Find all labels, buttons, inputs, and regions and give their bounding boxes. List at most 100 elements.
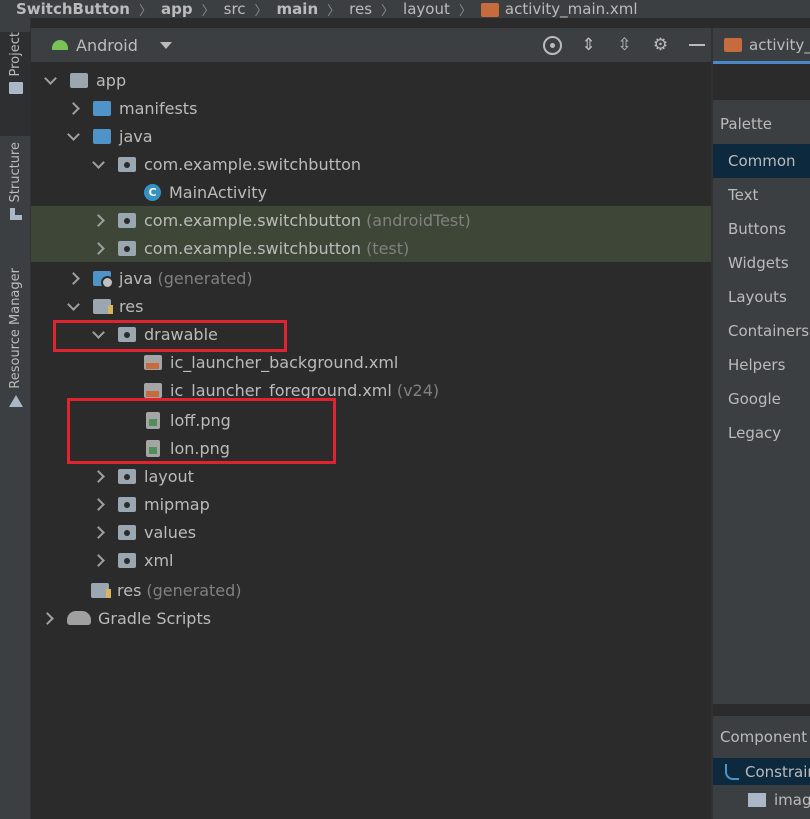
locate-file-icon[interactable] [543,35,562,55]
chevron-right-icon[interactable] [92,242,104,254]
chevron-right-icon[interactable] [67,102,79,114]
tree-item-label: layout [144,466,194,486]
editor-tab-activity-main[interactable]: activity_main.xml [713,28,810,64]
tree-item-xml[interactable]: xml [31,546,712,574]
constraint-layout-icon [725,763,739,780]
gradle-elephant-icon [67,611,91,625]
highlight-box-png-files [67,398,336,464]
palette-title: Palette [720,115,772,133]
chevron-right-icon[interactable] [92,526,104,538]
palette-category-text[interactable]: Text [713,178,810,212]
tree-item-label: java [119,268,153,288]
tree-item-label: java [119,126,153,146]
tree-item-label: xml [144,550,174,570]
chevron-right-icon: 〉 [138,3,152,19]
component-label: imageView [774,790,810,809]
collapse-all-icon[interactable]: ⇳ [615,35,634,55]
component-constraint-layout[interactable]: ConstraintLayout [713,758,810,785]
breadcrumb-res[interactable]: res [349,0,372,18]
tree-item-label: manifests [119,98,198,118]
tree-item-res[interactable]: res [31,292,712,320]
palette-category-common[interactable]: Common [713,144,810,178]
package-icon [118,212,136,228]
tree-item-suffix: (generated) [146,580,242,600]
chevron-down-icon[interactable] [67,130,79,142]
chevron-right-icon[interactable] [92,214,104,226]
project-panel-header: Android ⇕ ⇳ ⚙ [31,28,712,62]
chevron-down-icon[interactable] [67,300,79,312]
resource-folder-icon [91,582,111,598]
tree-item-label: mipmap [144,494,210,514]
chevron-down-icon[interactable] [92,158,104,170]
class-icon: C [144,183,161,201]
tree-item-label: com.example.switchbutton [144,238,362,258]
breadcrumb-layout[interactable]: layout [403,0,450,18]
tree-item-package-test[interactable]: com.example.switchbutton (test) [31,234,712,262]
breadcrumb-main[interactable]: main [277,0,319,18]
tree-item-mipmap[interactable]: mipmap [31,490,712,518]
palette-category-google[interactable]: Google [713,382,810,416]
folder-icon [93,100,111,116]
component-label: ConstraintLayout [745,762,810,781]
chevron-right-icon[interactable] [92,498,104,510]
tree-item-ic-launcher-background[interactable]: ic_launcher_background.xml [31,348,712,376]
breadcrumb-module[interactable]: app [161,0,193,18]
dropdown-arrow-icon[interactable] [159,41,172,49]
expand-all-icon[interactable]: ⇕ [579,35,598,55]
palette-category-legacy[interactable]: Legacy [713,416,810,450]
chevron-right-icon[interactable] [92,554,104,566]
chevron-right-icon: 〉 [327,3,341,19]
folder-icon [118,496,136,512]
chevron-right-icon[interactable] [92,470,104,482]
chevron-right-icon: 〉 [254,3,268,19]
tree-item-java[interactable]: java [31,122,712,150]
component-tree-title: Component Tree [720,728,810,746]
chevron-right-icon[interactable] [67,272,79,284]
tree-item-res-generated[interactable]: res (generated) [31,576,712,604]
gear-icon[interactable]: ⚙ [651,35,670,55]
chevron-right-icon: 〉 [458,3,472,19]
highlight-box-drawable [53,320,287,352]
palette-category-helpers[interactable]: Helpers [713,348,810,382]
chevron-right-icon: 〉 [381,3,395,19]
folder-icon [118,524,136,540]
tree-item-java-generated[interactable]: java (generated) [31,264,712,292]
tree-item-gradle-scripts[interactable]: Gradle Scripts [31,604,712,632]
tree-item-label: MainActivity [169,182,268,202]
tree-item-suffix: (generated) [157,268,253,288]
breadcrumb-project[interactable]: SwitchButton [16,0,130,18]
tool-tab-project[interactable]: Project [0,32,31,136]
tree-item-app[interactable]: app [31,66,712,94]
component-tree-panel: Component Tree ConstraintLayout imageVie… [713,716,810,819]
component-image-view[interactable]: imageView [713,786,810,813]
palette-category-containers[interactable]: Containers [713,314,810,348]
generated-folder-icon [93,270,114,289]
tree-item-layout[interactable]: layout [31,462,712,490]
hide-panel-icon[interactable] [687,36,706,55]
editor-tab-label: activity_main.xml [749,35,810,54]
tree-item-package-main[interactable]: com.example.switchbutton [31,150,712,178]
chevron-right-icon[interactable] [41,612,53,624]
tree-item-label: ic_launcher_foreground.xml [170,380,392,400]
tree-item-manifests[interactable]: manifests [31,94,712,122]
tree-item-label: values [144,522,197,542]
chevron-down-icon[interactable] [44,74,56,86]
tree-item-main-activity[interactable]: C MainActivity [31,178,712,206]
package-icon [118,240,136,256]
palette-category-widgets[interactable]: Widgets [713,246,810,280]
project-view-selector[interactable]: Android [76,36,138,55]
breadcrumb-file[interactable]: activity_main.xml [505,0,638,18]
android-icon [52,40,68,50]
tree-item-label: ic_launcher_background.xml [170,352,399,372]
tree-item-package-android-test[interactable]: com.example.switchbutton (androidTest) [31,206,712,234]
tree-item-values[interactable]: values [31,518,712,546]
palette-category-layouts[interactable]: Layouts [713,280,810,314]
tool-tab-resource-manager-label: Resource Manager [8,268,23,389]
tool-tab-structure[interactable]: Structure [0,142,31,242]
breadcrumb-src[interactable]: src [224,0,246,18]
tool-tab-structure-label: Structure [8,142,23,203]
palette-category-buttons[interactable]: Buttons [713,212,810,246]
tool-tab-resource-manager[interactable]: Resource Manager [0,268,31,428]
navigation-breadcrumb: SwitchButton 〉 app 〉 src 〉 main 〉 res 〉 layou… [0,0,810,18]
tree-item-label: Gradle Scripts [98,608,212,628]
